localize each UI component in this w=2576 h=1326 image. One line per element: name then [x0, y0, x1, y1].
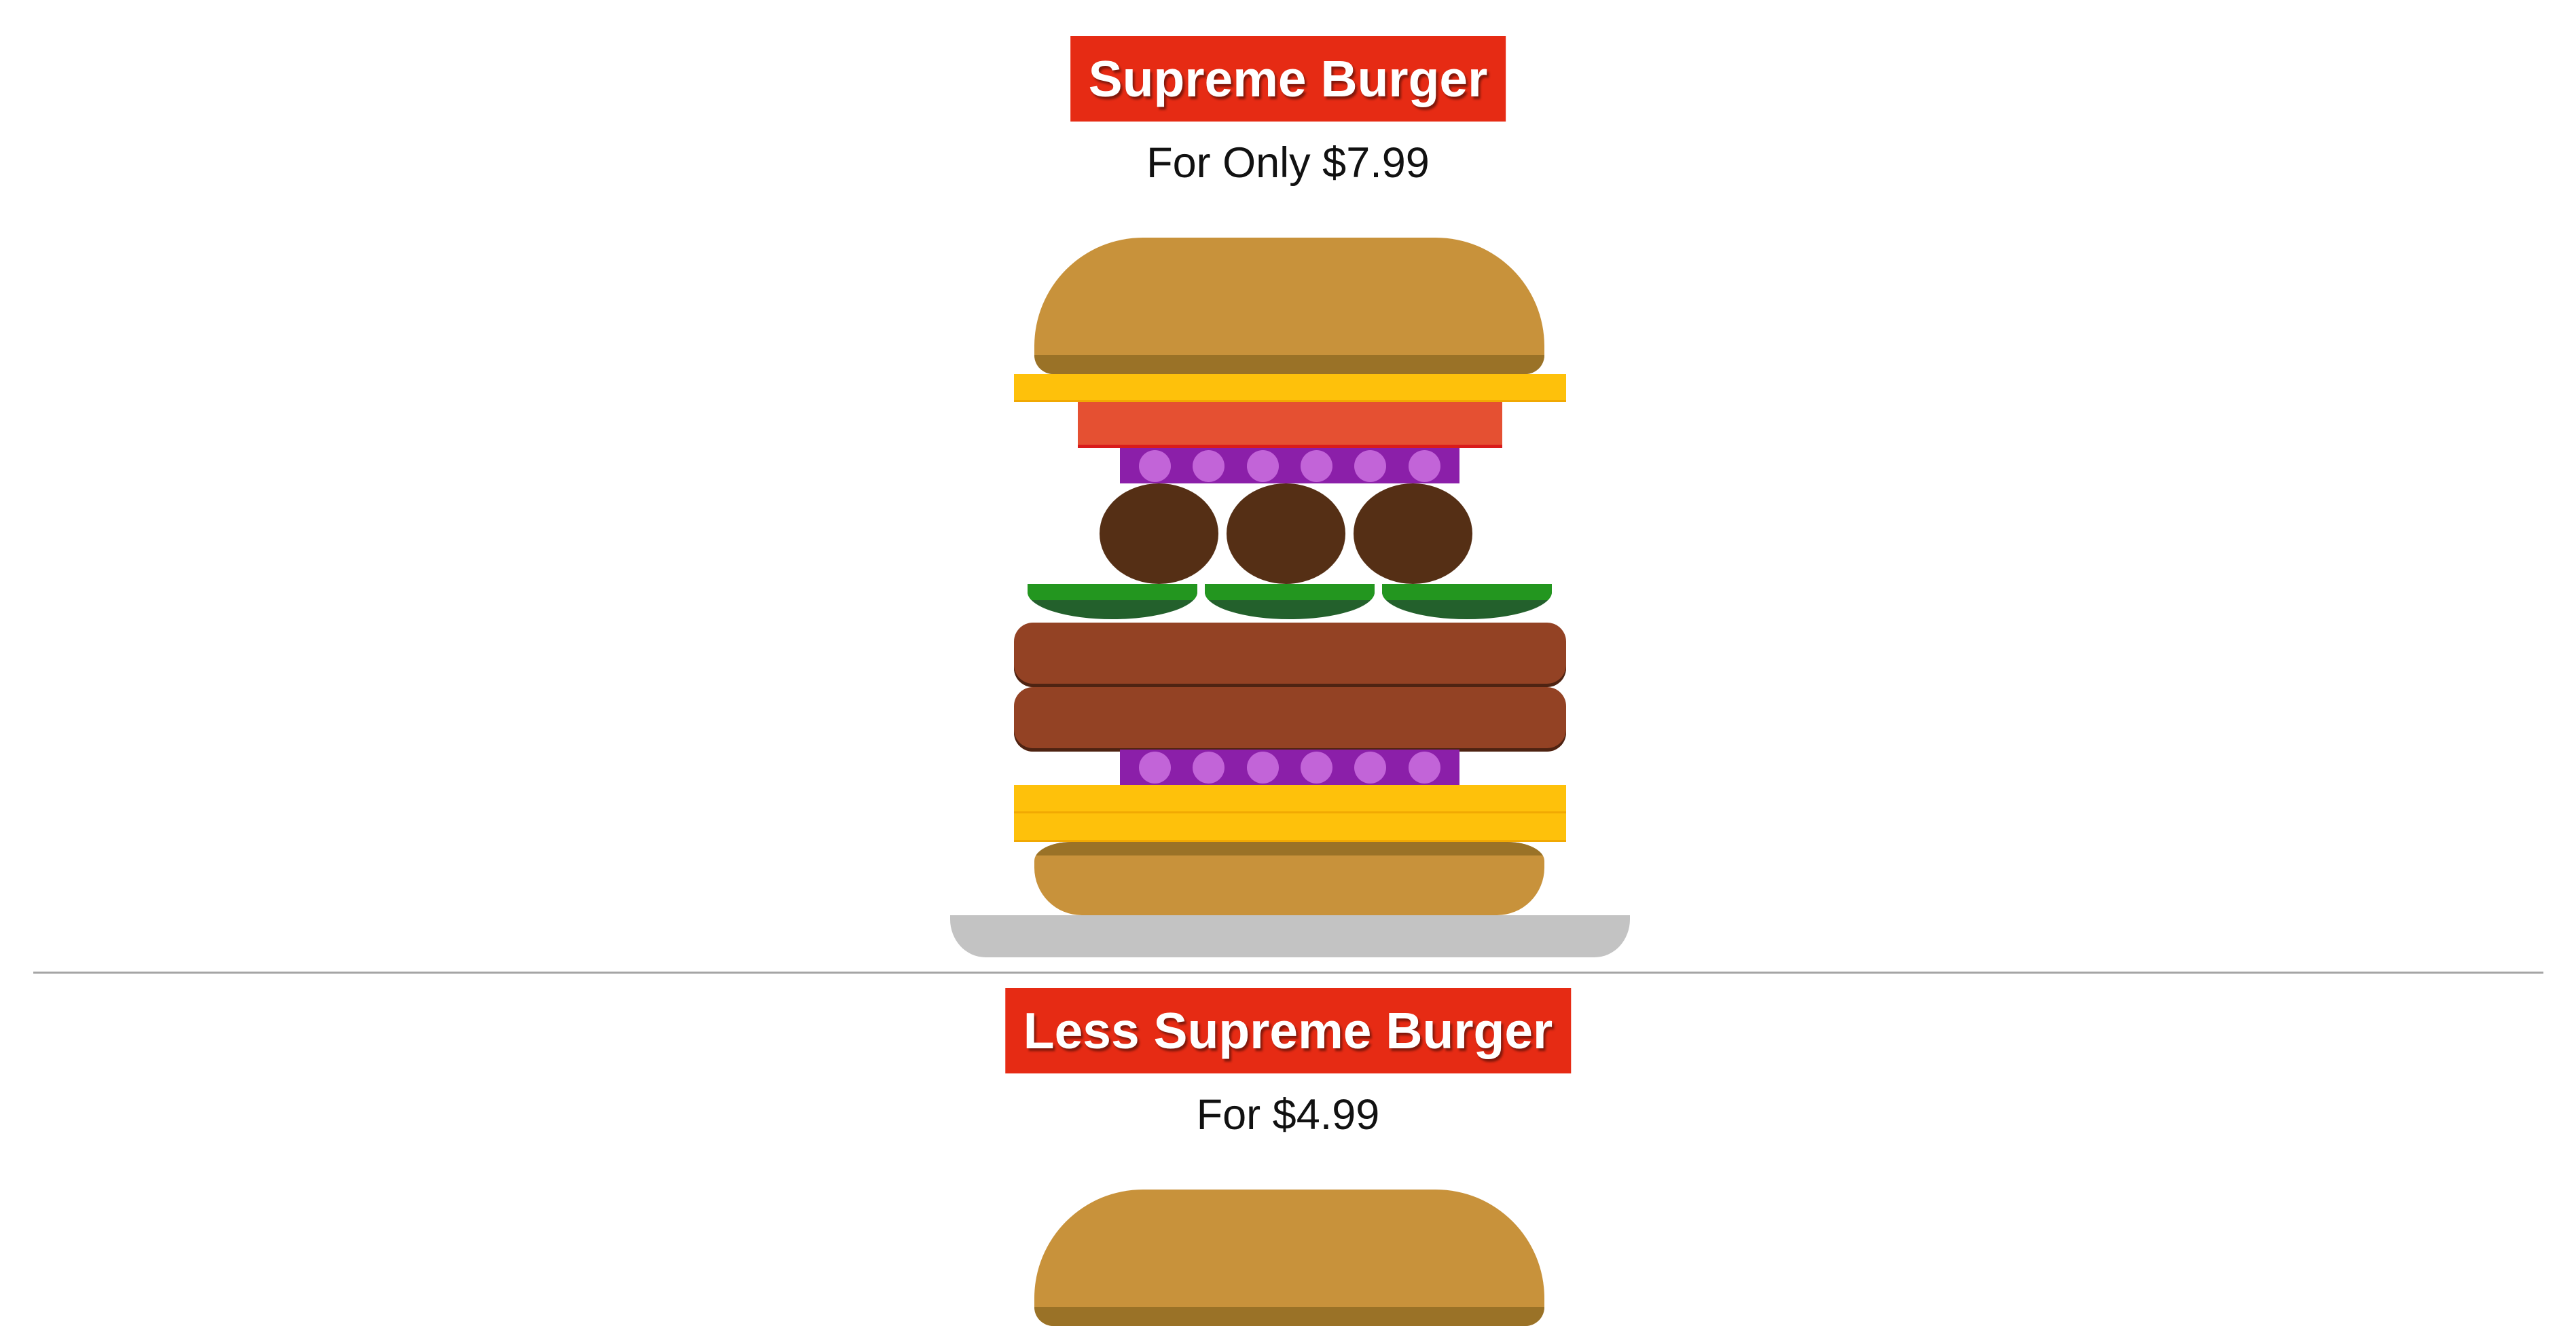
onion-ring [1301, 751, 1333, 784]
meatball [1354, 483, 1472, 584]
pickle-slice [1205, 584, 1375, 619]
tomato-slice [1078, 402, 1502, 448]
meatball [1100, 483, 1218, 584]
onion-layer [1120, 448, 1459, 483]
onion-ring [1139, 751, 1172, 784]
onion-ring [1354, 751, 1387, 784]
burger-price: For $4.99 [1196, 1091, 1380, 1139]
plate [950, 915, 1630, 957]
onion-ring [1301, 449, 1333, 482]
onion-ring [1139, 449, 1172, 482]
burger-price: For Only $7.99 [1146, 139, 1430, 187]
onion-ring [1246, 751, 1279, 784]
onion-ring [1246, 449, 1279, 482]
burger-title: Supreme Burger [1070, 36, 1506, 122]
top-bun [1034, 238, 1544, 374]
onion-layer [1120, 750, 1459, 785]
pickle-slice [1028, 584, 1197, 619]
beef-patty [1014, 687, 1566, 752]
burger-title: Less Supreme Burger [1004, 988, 1572, 1073]
onion-ring [1408, 751, 1440, 784]
onion-ring [1354, 449, 1387, 482]
cheese-slice [1014, 374, 1566, 402]
section-divider [33, 972, 2543, 974]
onion-ring [1193, 751, 1225, 784]
meatball [1227, 483, 1345, 584]
cheese-slice [1014, 813, 1566, 842]
cheese-slice [1014, 785, 1566, 813]
onion-ring [1408, 449, 1440, 482]
beef-patty [1014, 623, 1566, 687]
top-bun [1034, 1190, 1544, 1326]
bottom-bun [1034, 842, 1544, 915]
pickle-slice [1382, 584, 1552, 619]
onion-ring [1193, 449, 1225, 482]
